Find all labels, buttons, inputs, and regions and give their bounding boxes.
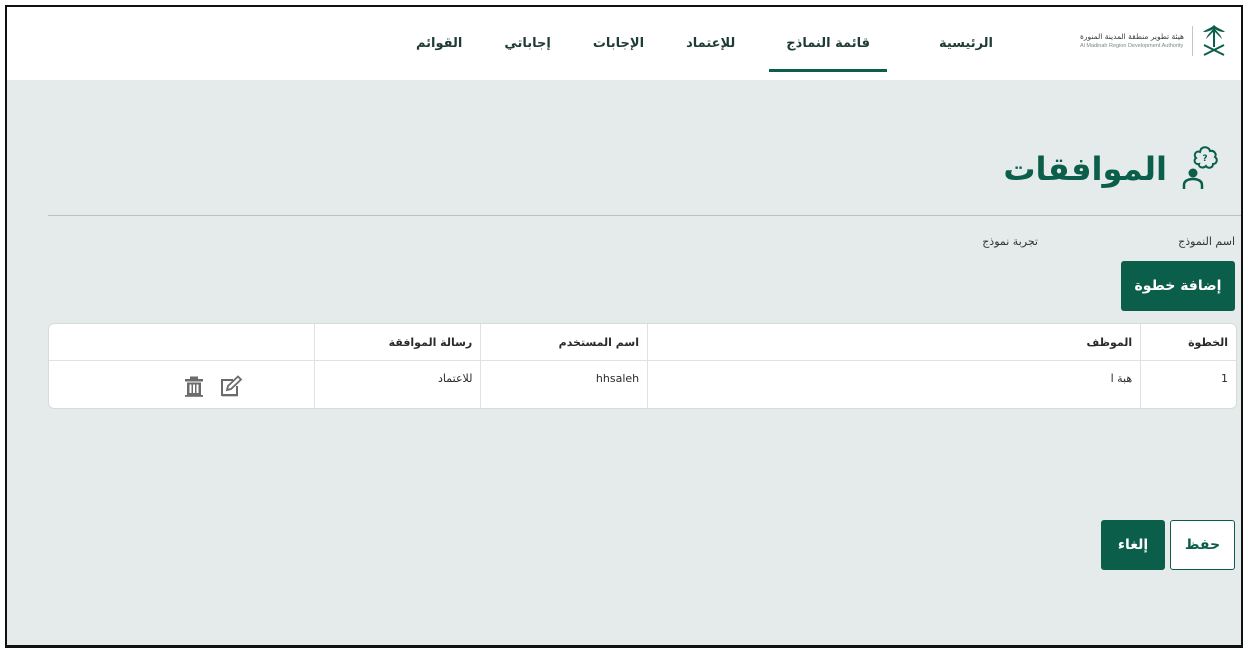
logo-separator [1192, 26, 1193, 56]
organization-name-ar: هيئة تطوير منطقة المدينة المنورة [1079, 32, 1184, 41]
user-question-icon: ? [1182, 146, 1218, 189]
nav-item-label: قائمة النماذج [786, 36, 870, 51]
nav-item-label: الإجابات [592, 36, 645, 51]
table-header-row: الخطوة الموظف اسم المستخدم رسالة الموافق… [49, 324, 1236, 361]
form-name-label: اسم النموذج [1178, 235, 1235, 248]
section-divider [48, 215, 1241, 216]
main-nav: الرئيسية قائمة النماذج للإعتماد الإجابات… [416, 7, 993, 80]
table-row: 1 هبة ا hhsaleh للاعتماد [49, 361, 1236, 408]
nav-item-my-answers[interactable]: إجاباتي [504, 7, 551, 80]
trash-icon [185, 376, 203, 397]
edit-icon [221, 375, 243, 397]
form-name-value: تجربة نموذج [982, 235, 1038, 248]
nav-item-label: للإعتماد [686, 36, 736, 51]
cell-username: hhsaleh [480, 361, 647, 408]
add-step-button[interactable]: إضافة خطوة [1121, 261, 1235, 311]
nav-item-label: القوائم [415, 36, 463, 51]
column-header-actions [49, 324, 314, 360]
cell-row-actions [49, 361, 314, 408]
approval-steps-table: الخطوة الموظف اسم المستخدم رسالة الموافق… [48, 323, 1237, 409]
cell-approval-message: للاعتماد [313, 361, 481, 408]
nav-item-forms-list[interactable]: قائمة النماذج [769, 7, 887, 80]
organization-logo[interactable]: هيئة تطوير منطقة المدينة المنورة Al Madi… [1080, 21, 1227, 61]
organization-name-en: Al Madinah Region Development Authority [1079, 43, 1184, 49]
cancel-button[interactable]: إلغاء [1101, 520, 1165, 570]
nav-item-label: الرئيسية [938, 36, 993, 51]
nav-item-answers[interactable]: الإجابات [593, 7, 644, 80]
cell-employee: هبة ا [647, 361, 1140, 408]
organization-name: هيئة تطوير منطقة المدينة المنورة Al Madi… [1080, 32, 1184, 50]
column-header-approval-message: رسالة الموافقة [313, 324, 481, 360]
column-header-username: اسم المستخدم [480, 324, 647, 360]
column-header-employee: الموظف [647, 324, 1140, 360]
edit-row-button[interactable] [219, 375, 243, 397]
page-title: الموافقات [1003, 150, 1167, 188]
delete-row-button[interactable] [183, 375, 205, 397]
column-header-step: الخطوة [1140, 324, 1236, 360]
nav-item-for-approval[interactable]: للإعتماد [686, 7, 735, 80]
app-frame: هيئة تطوير منطقة المدينة المنورة Al Madi… [5, 5, 1243, 648]
top-navigation-bar: هيئة تطوير منطقة المدينة المنورة Al Madi… [7, 7, 1241, 80]
nav-item-lists[interactable]: القوائم [416, 7, 462, 80]
svg-text:?: ? [1202, 154, 1207, 164]
active-underline [769, 69, 887, 72]
palm-swords-emblem-icon [1203, 25, 1225, 56]
nav-item-label: إجاباتي [504, 36, 551, 51]
page-heading: ? الموافقات [1003, 145, 1221, 193]
nav-item-home[interactable]: الرئيسية [939, 7, 993, 80]
cell-step: 1 [1140, 361, 1236, 408]
save-button[interactable]: حفظ [1170, 520, 1235, 570]
